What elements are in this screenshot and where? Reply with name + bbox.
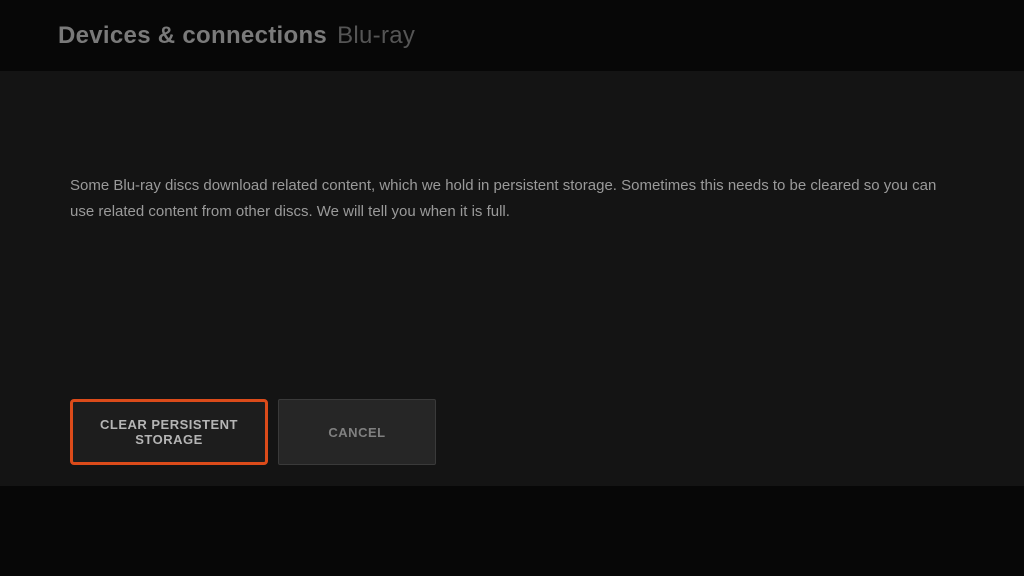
page-title: Devices & connections	[58, 22, 327, 50]
description-text: Some Blu-ray discs download related cont…	[70, 173, 950, 224]
clear-persistent-storage-button[interactable]: CLEAR PERSISTENT STORAGE	[70, 399, 268, 465]
header-bar: Devices & connections Blu-ray	[0, 0, 1024, 71]
footer-bar	[0, 486, 1024, 576]
page-subtitle: Blu-ray	[337, 22, 415, 50]
cancel-button[interactable]: CANCEL	[278, 399, 436, 465]
content-area: Some Blu-ray discs download related cont…	[0, 71, 1024, 486]
button-row: CLEAR PERSISTENT STORAGE CANCEL	[70, 399, 954, 465]
